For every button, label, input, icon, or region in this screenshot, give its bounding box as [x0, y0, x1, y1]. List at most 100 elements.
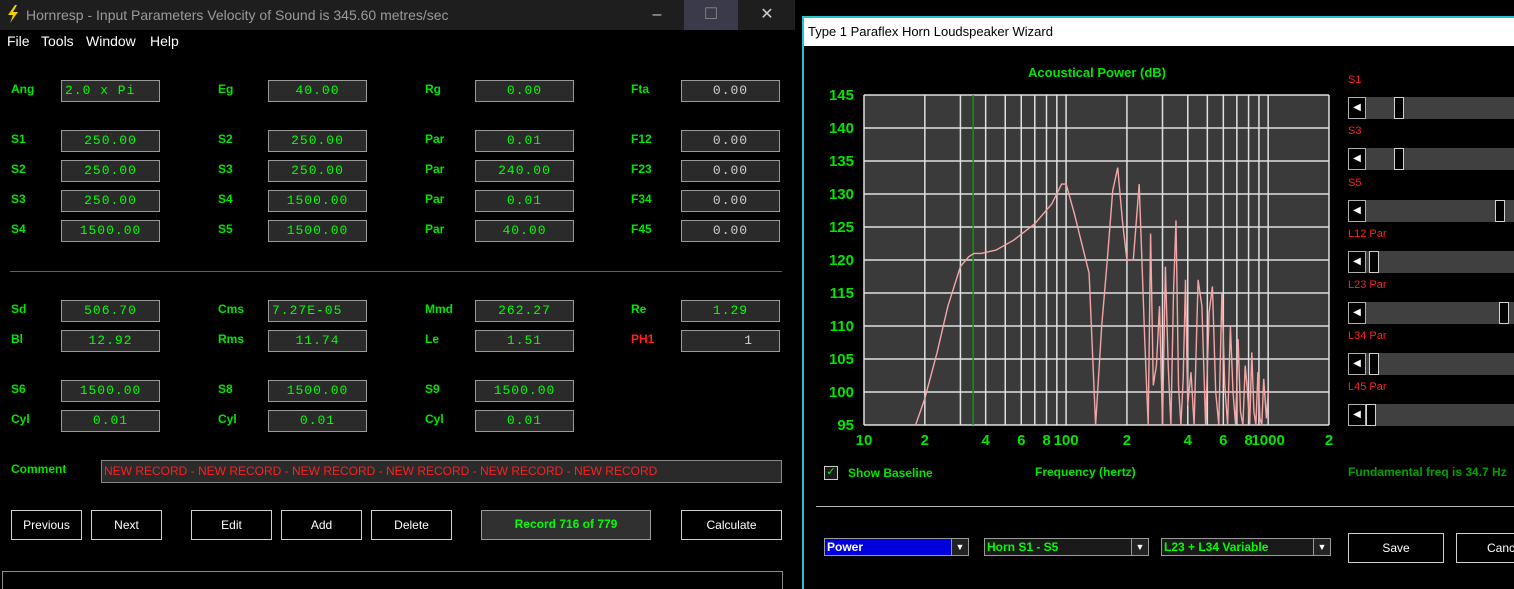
minimize-button[interactable]: –	[630, 0, 684, 30]
comment-field[interactable]: NEW RECORD - NEW RECORD - NEW RECORD - N…	[101, 460, 782, 483]
y-tick-label: 145	[829, 87, 854, 104]
menu-window[interactable]: Window	[86, 33, 136, 49]
fundamental-frequency: Fundamental freq is 34.7 Hz	[1348, 465, 1507, 479]
param-field[interactable]: 1500.00	[268, 380, 367, 402]
slider-l23-par[interactable]: ◀	[1348, 302, 1514, 324]
param-field[interactable]: 250.00	[61, 190, 160, 212]
param-label: S1	[11, 132, 26, 146]
param-field-ang[interactable]: 2.0 x Pi	[61, 80, 160, 102]
param-field[interactable]: 0.00	[681, 190, 780, 212]
param-field-le[interactable]: 1.51	[475, 330, 574, 352]
slider-left-arrow-icon[interactable]: ◀	[1348, 353, 1366, 375]
param-field[interactable]: 0.01	[268, 410, 367, 432]
param-field-eg[interactable]: 40.00	[268, 80, 367, 102]
slider-s1[interactable]: ◀	[1348, 97, 1514, 119]
param-field[interactable]: 1500.00	[61, 380, 160, 402]
slider-label-s3: S3	[1348, 125, 1362, 137]
menu-bar: File Tools Window Help	[0, 30, 795, 54]
variable-dropdown[interactable]: L23 + L34 Variable ▼	[1161, 538, 1331, 556]
param-field[interactable]: 0.01	[61, 410, 160, 432]
dropdown-value: L23 + L34 Variable	[1164, 540, 1269, 554]
menu-tools[interactable]: Tools	[41, 33, 74, 49]
param-label: Re	[631, 302, 647, 316]
slider-l45-par[interactable]: ◀	[1348, 404, 1514, 426]
param-field-rms[interactable]: 11.74	[268, 330, 367, 352]
chevron-down-icon[interactable]: ▼	[951, 539, 968, 555]
param-field[interactable]: 0.00	[681, 220, 780, 242]
y-axis-ticks: 145 140 135 130 125 120 115 110 105 100 95	[829, 87, 854, 434]
chevron-down-icon[interactable]: ▼	[1131, 539, 1148, 555]
lightning-icon	[8, 5, 18, 23]
param-field-cms[interactable]: 7.27E-05	[268, 300, 367, 322]
param-field[interactable]: 250.00	[268, 160, 367, 182]
param-field[interactable]: 40.00	[475, 220, 574, 242]
slider-left-arrow-icon[interactable]: ◀	[1348, 200, 1366, 222]
slider-left-arrow-icon[interactable]: ◀	[1348, 251, 1366, 273]
param-field[interactable]: 1500.00	[61, 220, 160, 242]
slider-left-arrow-icon[interactable]: ◀	[1348, 404, 1366, 426]
menu-file[interactable]: File	[7, 33, 30, 49]
maximize-button[interactable]: ☐	[684, 0, 738, 30]
y-tick-label: 130	[829, 186, 854, 203]
slider-label-l34-par: L34 Par	[1348, 330, 1387, 342]
param-label: F34	[631, 192, 652, 206]
param-label: S2	[218, 132, 233, 146]
param-field[interactable]: 1500.00	[475, 380, 574, 402]
param-field[interactable]: 240.00	[475, 160, 574, 182]
param-field[interactable]: 250.00	[61, 130, 160, 152]
param-field[interactable]: 0.01	[475, 190, 574, 212]
param-field[interactable]: 250.00	[61, 160, 160, 182]
slider-s3[interactable]: ◀	[1348, 148, 1514, 170]
param-field[interactable]: 0.01	[475, 130, 574, 152]
param-field-sd[interactable]: 506.70	[61, 300, 160, 322]
param-field[interactable]: 0.00	[681, 160, 780, 182]
next-button[interactable]: Next	[91, 510, 162, 540]
param-field-re[interactable]: 1.29	[681, 300, 780, 322]
param-label: S6	[11, 382, 26, 396]
slider-thumb[interactable]	[1394, 148, 1404, 170]
x-tick-label: 6	[1017, 432, 1025, 449]
slider-thumb[interactable]	[1368, 353, 1379, 375]
previous-button[interactable]: Previous	[11, 510, 82, 540]
slider-thumb[interactable]	[1494, 200, 1505, 222]
slider-left-arrow-icon[interactable]: ◀	[1348, 148, 1366, 170]
param-label: Cyl	[11, 412, 30, 426]
slider-thumb[interactable]	[1368, 251, 1379, 273]
param-field[interactable]: 1500.00	[268, 190, 367, 212]
param-field[interactable]: 250.00	[268, 130, 367, 152]
delete-button[interactable]: Delete	[371, 510, 452, 540]
wizard-title-bar: Type 1 Paraflex Horn Loudspeaker Wizard	[804, 18, 1514, 46]
slider-left-arrow-icon[interactable]: ◀	[1348, 97, 1366, 119]
edit-button[interactable]: Edit	[191, 510, 272, 540]
cancel-button[interactable]: Cancel	[1456, 533, 1514, 563]
param-label: S2	[11, 162, 26, 176]
add-button[interactable]: Add	[281, 510, 362, 540]
param-field-ph1[interactable]: 1	[681, 330, 780, 352]
plot-type-dropdown[interactable]: Power ▼	[824, 538, 969, 556]
chevron-down-icon[interactable]: ▼	[1313, 539, 1330, 555]
slider-thumb[interactable]	[1366, 404, 1376, 426]
show-baseline-checkbox[interactable]: ✓	[824, 466, 838, 480]
acoustical-power-chart: Acoustical Power (dB) 145 140 135 130 125 120…	[829, 65, 1333, 449]
save-button[interactable]: Save	[1348, 533, 1444, 563]
slider-s5[interactable]: ◀	[1348, 200, 1514, 222]
close-button[interactable]: ✕	[740, 0, 794, 30]
param-label: Rms	[218, 332, 245, 346]
y-tick-label: 140	[829, 120, 854, 137]
param-field-mmd[interactable]: 262.27	[475, 300, 574, 322]
param-field-fta[interactable]: 0.00	[681, 80, 780, 102]
param-field[interactable]: 0.00	[681, 130, 780, 152]
menu-help[interactable]: Help	[150, 33, 179, 49]
horn-segment-dropdown[interactable]: Horn S1 - S5 ▼	[984, 538, 1149, 556]
param-field-rg[interactable]: 0.00	[475, 80, 574, 102]
param-field[interactable]: 1500.00	[268, 220, 367, 242]
slider-left-arrow-icon[interactable]: ◀	[1348, 302, 1366, 324]
slider-thumb[interactable]	[1394, 97, 1404, 119]
slider-l12-par[interactable]: ◀	[1348, 251, 1514, 273]
param-field-bl[interactable]: 12.92	[61, 330, 160, 352]
slider-l34-par[interactable]: ◀	[1348, 353, 1514, 375]
calculate-button[interactable]: Calculate	[681, 510, 782, 540]
dropdown-value: Power	[827, 540, 864, 554]
param-field[interactable]: 0.01	[475, 410, 574, 432]
slider-thumb[interactable]	[1499, 302, 1509, 324]
